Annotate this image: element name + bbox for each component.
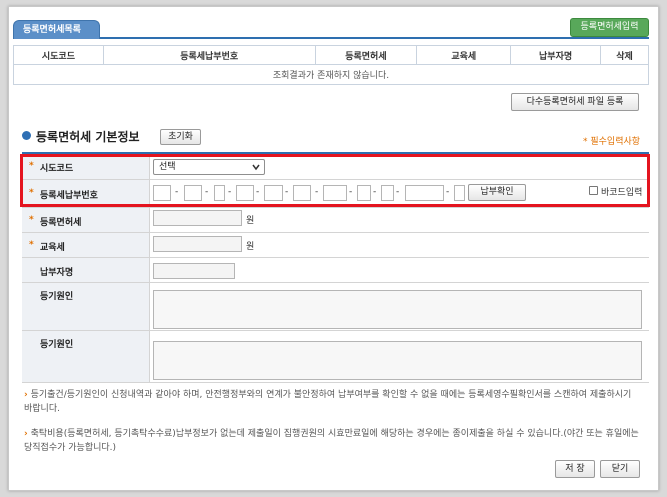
row-reg-tax: * 등록면허세 (22, 208, 649, 233)
note-2-text: 축탁비용(등록면허세, 등기촉탁수수료)납부정보가 없는데 제출일이 집행권원의… (24, 429, 639, 453)
row-payer: 납부자명 (22, 258, 649, 283)
required-star-icon: * (29, 240, 34, 250)
label-cell-payer: 납부자명 (22, 258, 150, 282)
col-header-payer: 납부자명 (510, 45, 602, 65)
reg-reason-textarea[interactable] (153, 290, 642, 329)
payer-input[interactable] (153, 263, 235, 279)
list-tab-bar: 등록면허세목록 등록면허세입력 (13, 16, 649, 39)
reg-cause-textarea[interactable] (153, 341, 642, 380)
col-header-payment-no: 등록세납부번호 (102, 45, 316, 65)
reg-reason-label: 등기원인 (40, 292, 74, 302)
save-button[interactable]: 저 장 (555, 460, 595, 478)
row-edu-tax: * 교육세 (22, 233, 649, 258)
edu-tax-unit: 원 (246, 242, 255, 252)
label-cell-reg-cause: 등기원인 (22, 331, 150, 382)
close-button[interactable]: 닫기 (600, 460, 640, 478)
col-header-sido: 시도코드 (13, 45, 104, 65)
note-arrow-icon: › (24, 429, 28, 439)
note-1: › 등기출건/등기원인이 신청내역과 같아야 하며, 안전행정부와의 연계가 불… (24, 388, 642, 416)
col-header-edu-tax: 교육세 (416, 45, 512, 65)
reg-tax-input[interactable] (153, 210, 242, 226)
registration-tax-table: 시도코드 등록세납부번호 등록면허세 교육세 납부자명 삭제 조회결과가 존재하… (13, 45, 649, 85)
col-header-delete: 삭제 (600, 45, 649, 65)
empty-result-message: 조회결과가 존재하지 않습니다. (13, 64, 649, 85)
highlight-box (20, 154, 650, 207)
col-header-reg-tax: 등록면허세 (314, 45, 418, 65)
add-registration-tax-button[interactable]: 등록면허세입력 (570, 18, 649, 37)
payer-label: 납부자명 (40, 268, 74, 278)
edu-tax-input[interactable] (153, 236, 242, 252)
note-arrow-icon: › (24, 390, 28, 400)
label-cell-reg-tax: * 등록면허세 (22, 208, 150, 232)
section-bullet-icon (22, 131, 31, 140)
reg-cause-label: 등기원인 (40, 340, 74, 350)
reset-button[interactable]: 초기화 (160, 129, 201, 145)
reg-tax-label: 등록면허세 (40, 218, 82, 228)
reg-tax-unit: 원 (246, 216, 255, 226)
edu-tax-label: 교육세 (40, 243, 65, 253)
required-fields-note: * 필수입력사항 (583, 137, 641, 147)
required-star-icon: * (29, 215, 34, 225)
bulk-register-file-button[interactable]: 다수등록면허세 파일 등록 (511, 93, 639, 111)
label-cell-reg-reason: 등기원인 (22, 283, 150, 330)
note-1-text: 등기출건/등기원인이 신청내역과 같아야 하며, 안전행정부와의 연계가 불안정… (24, 390, 632, 414)
label-cell-edu-tax: * 교육세 (22, 233, 150, 257)
tab-registration-tax-list[interactable]: 등록면허세목록 (13, 20, 100, 39)
section-title: 등록면허세 기본정보 (36, 130, 140, 144)
note-2: › 축탁비용(등록면허세, 등기촉탁수수료)납부정보가 없는데 제출일이 집행권… (24, 427, 642, 455)
